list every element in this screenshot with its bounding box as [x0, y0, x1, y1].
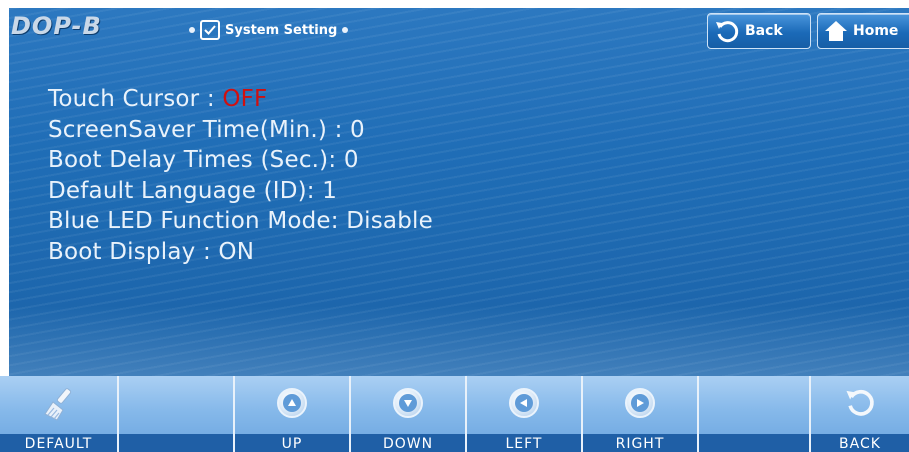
- blank-button-1[interactable]: [119, 376, 235, 452]
- page-title: System Setting: [225, 22, 338, 38]
- checkbox-icon: [200, 20, 220, 40]
- boot-display-setting[interactable]: Boot Display : ON: [48, 237, 433, 268]
- home-button-label: Home: [853, 23, 899, 39]
- settings-list: Touch Cursor : OFF ScreenSaver Time(Min.…: [48, 84, 433, 267]
- default-button-label: DEFAULT: [24, 436, 93, 452]
- back-toolbar-button-label: BACK: [839, 436, 881, 452]
- return-arrow-icon: [844, 386, 876, 422]
- down-button-label: DOWN: [382, 436, 434, 452]
- down-arrow-icon: [393, 388, 423, 418]
- up-button-label: UP: [281, 436, 303, 452]
- up-arrow-icon: [277, 388, 307, 418]
- touch-cursor-label: Touch Cursor :: [48, 86, 223, 112]
- touch-cursor-value: OFF: [222, 86, 268, 112]
- brand-logo: DOP-B: [11, 12, 102, 40]
- default-language-setting[interactable]: Default Language (ID): 1: [48, 176, 433, 207]
- top-bar: DOP-B System Setting Back Home: [9, 8, 909, 54]
- home-button[interactable]: Home: [817, 13, 909, 49]
- blank-button-2[interactable]: [699, 376, 811, 452]
- left-button-label: LEFT: [505, 436, 543, 452]
- button-label-strip: [699, 434, 809, 452]
- right-button[interactable]: RIGHT: [583, 376, 699, 452]
- boot-delay-setting[interactable]: Boot Delay Times (Sec.): 0: [48, 145, 433, 176]
- default-button[interactable]: DEFAULT: [0, 376, 119, 452]
- hmi-screen: DOP-B System Setting Back Home Touch Cur…: [0, 0, 909, 452]
- page-title-group: System Setting: [189, 20, 349, 40]
- touch-cursor-setting[interactable]: Touch Cursor : OFF: [48, 84, 433, 115]
- back-button[interactable]: Back: [707, 13, 811, 49]
- button-label-strip: [119, 434, 233, 452]
- down-button[interactable]: DOWN: [351, 376, 467, 452]
- back-button-label: Back: [745, 23, 783, 39]
- back-toolbar-button[interactable]: BACK: [811, 376, 909, 452]
- bottom-toolbar: DEFAULT UP DOWN LEFT RIGHT BACK: [0, 376, 909, 452]
- left-button[interactable]: LEFT: [467, 376, 583, 452]
- home-icon: [825, 21, 847, 41]
- up-button[interactable]: UP: [235, 376, 351, 452]
- bullet-dot-icon: [189, 27, 195, 33]
- right-arrow-icon: [625, 388, 655, 418]
- blue-led-mode-setting[interactable]: Blue LED Function Mode: Disable: [48, 206, 433, 237]
- left-arrow-icon: [509, 388, 539, 418]
- screensaver-time-setting[interactable]: ScreenSaver Time(Min.) : 0: [48, 115, 433, 146]
- right-button-label: RIGHT: [615, 436, 665, 452]
- back-arrow-icon: [716, 21, 739, 43]
- brush-icon: [39, 384, 79, 428]
- bullet-dot-icon: [342, 27, 349, 33]
